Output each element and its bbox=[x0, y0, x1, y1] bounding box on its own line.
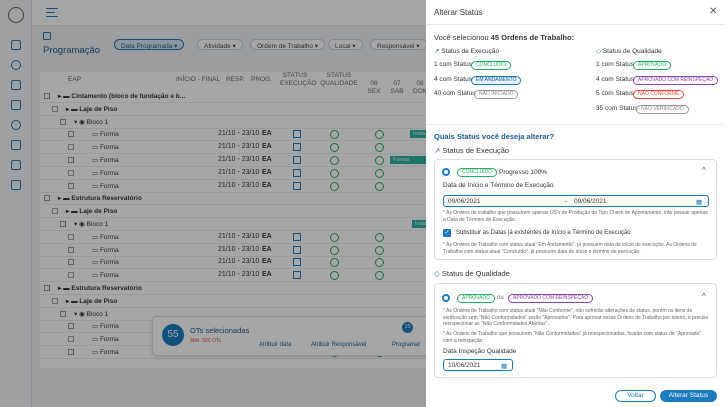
divider bbox=[426, 24, 725, 25]
question-heading: Quais Status você deseja alterar? bbox=[434, 132, 555, 141]
exec-date-label: Data de Início e Término de Execução bbox=[443, 182, 554, 189]
status-pill: Não Conforme bbox=[633, 90, 685, 99]
alter-status-panel: Alterar Status ✕ Você selecionou 45 Orde… bbox=[426, 0, 725, 407]
exec-summary-heading: ↗ Status de Execução bbox=[434, 48, 500, 55]
status-count-text: 5 com Status bbox=[596, 90, 634, 97]
chevron-up-icon[interactable]: ^ bbox=[702, 292, 706, 301]
divider bbox=[426, 124, 725, 125]
qual-status-pill-reinspecao[interactable]: Aprovado com Reinspeção bbox=[508, 294, 594, 303]
qual-section-box: Aprovado ou Aprovado com Reinspeção ^ * … bbox=[434, 283, 717, 378]
status-pill: Em Andamento bbox=[471, 75, 522, 85]
qual-date-input[interactable]: 10/06/2021 ▦ bbox=[443, 359, 513, 371]
status-count-text: 1 com Status bbox=[596, 61, 634, 68]
status-pill: Concluído bbox=[471, 61, 512, 70]
qual-note-1: * As Ordens de Trabalho com status atual… bbox=[443, 308, 709, 327]
or-label: ou bbox=[497, 295, 504, 301]
status-pill: Não Verificado bbox=[636, 104, 689, 114]
qual-status-pill-aprovado[interactable]: Aprovado bbox=[457, 294, 495, 303]
status-pill: Aprovado bbox=[633, 61, 671, 70]
status-count-text: 4 com Status bbox=[596, 75, 634, 83]
status-count-text: 4 com Status bbox=[434, 75, 472, 83]
calendar-icon: ▦ bbox=[696, 199, 703, 206]
status-count-text: 35 com Status bbox=[596, 104, 638, 112]
back-button[interactable]: Voltar bbox=[615, 390, 656, 402]
exec-date-range-input[interactable]: 09/06/2021 → 09/06/2021 ▦ bbox=[443, 195, 709, 207]
status-count-text: 1 com Status bbox=[434, 61, 472, 68]
qual-section-heading: ◇ Status de Qualidade bbox=[434, 269, 510, 278]
qual-date-label: Data Inspeção Qualidade bbox=[443, 348, 517, 355]
qual-note-2: * As Ordens de Trabalho que possuírem "N… bbox=[443, 331, 702, 344]
chevron-up-icon[interactable]: ^ bbox=[702, 166, 706, 175]
replace-dates-checkbox[interactable]: ✓ bbox=[443, 229, 451, 237]
replace-dates-label: Substituir as Datas já existentes de Iní… bbox=[456, 230, 631, 236]
submit-alter-status-button[interactable]: Alterar Status bbox=[660, 390, 717, 402]
status-count-text: 40 com Status bbox=[434, 90, 476, 97]
qual-radio[interactable] bbox=[442, 294, 450, 302]
calendar-icon: ▦ bbox=[501, 363, 508, 370]
exec-note-2: * As Ordens de Trabalho com status atual… bbox=[443, 242, 697, 255]
exec-note-1: * As Ordens de trabalho que possuírem ap… bbox=[443, 210, 708, 223]
modal-backdrop[interactable] bbox=[0, 0, 426, 407]
exec-section-box: Concluído Progresso 100% ^ Data de Iníci… bbox=[434, 159, 717, 260]
selection-summary: Você selecionou 45 Ordens de Trabalho: bbox=[434, 33, 575, 42]
exec-section-heading: ↗ Status de Execução bbox=[434, 146, 510, 155]
close-icon[interactable]: ✕ bbox=[709, 6, 717, 17]
status-pill: Aprovado com Reinspeção bbox=[633, 75, 719, 85]
exec-status-pill: Concluído bbox=[457, 168, 498, 177]
panel-title: Alterar Status bbox=[434, 8, 483, 17]
exec-progress: Progresso 100% bbox=[499, 169, 548, 176]
qual-summary-heading: ◇ Status de Qualidade bbox=[596, 48, 662, 55]
status-pill: Não Iniciado bbox=[474, 90, 519, 99]
exec-radio[interactable] bbox=[442, 168, 450, 176]
